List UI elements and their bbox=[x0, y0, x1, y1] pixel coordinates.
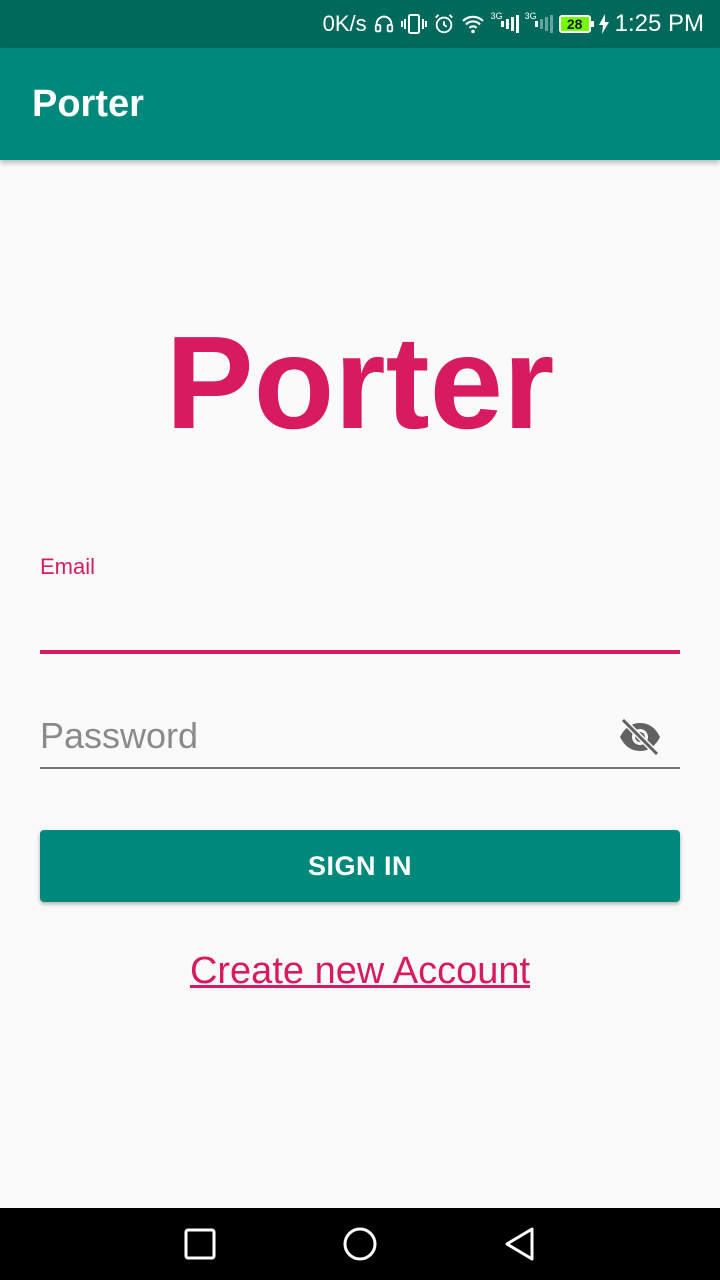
app-bar: Porter bbox=[0, 48, 720, 160]
clock: 1:25 PM bbox=[614, 10, 704, 37]
recent-apps-icon[interactable] bbox=[182, 1226, 218, 1262]
email-label: Email bbox=[40, 554, 96, 579]
back-icon[interactable] bbox=[502, 1226, 538, 1262]
navigation-bar bbox=[0, 1208, 720, 1280]
email-underline bbox=[40, 650, 680, 654]
create-account-link[interactable]: Create new Account bbox=[0, 950, 720, 993]
email-field[interactable] bbox=[40, 588, 680, 648]
vibrate-icon bbox=[400, 13, 427, 35]
eye-off-icon[interactable] bbox=[614, 714, 666, 760]
signal-icon: 3G bbox=[524, 11, 553, 35]
home-icon[interactable] bbox=[342, 1226, 378, 1262]
password-field[interactable] bbox=[40, 706, 610, 766]
charging-icon bbox=[598, 14, 609, 34]
net-speed: 0K/s bbox=[322, 11, 367, 36]
battery-level: 28 bbox=[566, 16, 583, 32]
headset-icon bbox=[373, 13, 395, 35]
sign-in-button[interactable]: SIGN IN bbox=[40, 830, 680, 902]
wifi-icon bbox=[461, 13, 485, 35]
logo-text: Porter bbox=[165, 309, 555, 456]
password-underline bbox=[40, 767, 680, 769]
signal-gen-label: 3G bbox=[524, 11, 537, 21]
status-bar: 0K/s 3G 3G 28 1:25 PM bbox=[0, 0, 720, 48]
alarm-icon bbox=[433, 13, 455, 35]
battery-icon: 28 bbox=[558, 15, 594, 33]
app-title: Porter bbox=[32, 82, 144, 125]
signal-icon: 3G bbox=[490, 11, 519, 35]
signal-gen-label: 3G bbox=[490, 11, 503, 21]
